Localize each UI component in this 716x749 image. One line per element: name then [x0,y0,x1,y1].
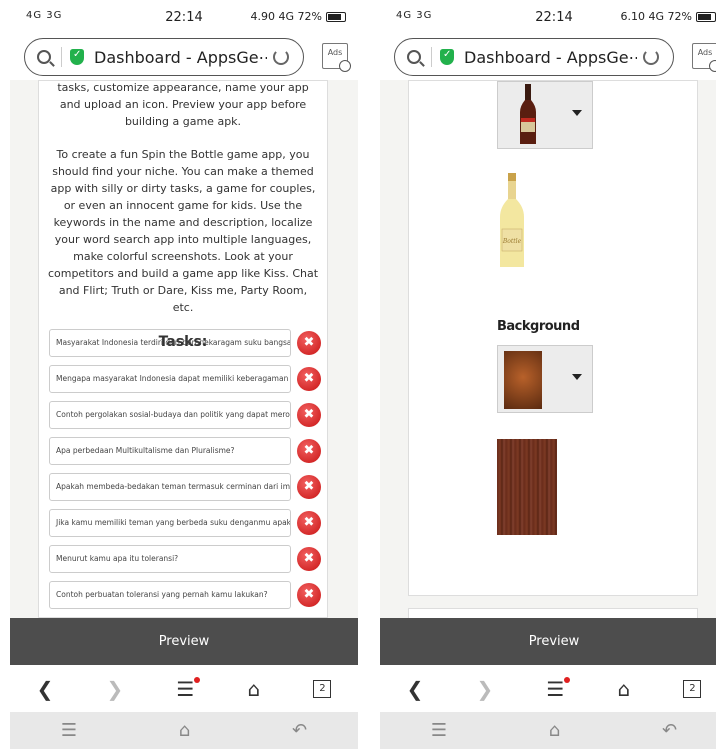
delete-task-button[interactable]: ✖ [297,583,321,607]
bottle-label-text: Bottle [502,238,522,245]
page-title[interactable]: Dashboard - AppsGe⋯ [464,48,637,67]
url-field[interactable]: Dashboard - AppsGe⋯ [24,38,304,76]
url-field[interactable]: Dashboard - AppsGe⋯ [394,38,674,76]
delete-task-button[interactable]: ✖ [297,331,321,355]
network-status: 4.90 4G 72% [250,10,322,23]
preview-button[interactable]: Preview [380,618,716,665]
task-input[interactable]: Menurut kamu apa itu toleransi? [49,545,291,573]
red-bottle-icon [520,84,536,144]
task-input[interactable]: Apa perbedaan Multikultalisme dan Plural… [49,437,291,465]
home-icon[interactable]: ⌂ [248,677,261,701]
forward-icon[interactable]: ❯ [477,677,494,701]
task-input[interactable]: Mengapa masyarakat Indonesia dapat memil… [49,365,291,393]
delete-task-button[interactable]: ✖ [297,367,321,391]
task-input[interactable]: Masyarakat Indonesia terdiri dari berane… [49,329,291,357]
secure-shield-icon [440,49,454,65]
description-intro: tasks, customize appearance, name your a… [57,81,309,128]
background-label: Background [497,319,580,334]
status-right: 6.10 4G 72% [621,10,716,23]
system-home-icon[interactable]: ⌂ [549,720,560,741]
page-content: tasks, customize appearance, name your a… [10,80,358,618]
system-home-icon[interactable]: ⌂ [179,720,190,741]
task-row: Contoh perbuatan toleransi yang pernah k… [49,581,321,609]
phone-screen-right: 4G 3G 22:14 6.10 4G 72% Dashboard - Apps… [380,0,716,749]
recent-apps-icon[interactable]: ☰ [61,720,77,741]
battery-icon [696,11,716,22]
page-title[interactable]: Dashboard - AppsGe⋯ [94,48,267,67]
description-body: To create a fun Spin the Bottle game app… [47,148,319,314]
delete-task-button[interactable]: ✖ [297,475,321,499]
reload-icon[interactable] [273,49,289,65]
task-row: Apakah membeda-bedakan teman termasuk ce… [49,473,321,501]
system-back-icon[interactable]: ↶ [662,720,677,741]
phone-screen-left: 4G 3G 22:14 4.90 4G 72% Dashboard - Apps… [10,0,358,749]
status-bar: 4G 3G 22:14 6.10 4G 72% [380,0,716,34]
status-bar: 4G 3G 22:14 4.90 4G 72% [10,0,358,34]
browser-nav-bar: ❮ ❯ ☰ ⌂ 2 [10,665,358,712]
back-icon[interactable]: ❮ [37,677,54,701]
delete-task-button[interactable]: ✖ [297,547,321,571]
leather-texture-thumbnail [504,351,542,409]
task-input[interactable]: Contoh pergolakan sosial-budaya dan poli… [49,401,291,429]
network-status: 6.10 4G 72% [620,10,692,23]
system-nav-bar: ☰ ⌂ ↶ [380,712,716,749]
system-back-icon[interactable]: ↶ [292,720,307,741]
search-icon[interactable] [407,50,421,64]
divider [61,47,62,67]
description-card: tasks, customize appearance, name your a… [38,80,328,618]
divider [431,47,432,67]
address-bar: Dashboard - AppsGe⋯ Ads [10,34,358,80]
preview-button[interactable]: Preview [10,618,358,665]
delete-task-button[interactable]: ✖ [297,511,321,535]
ad-block-button[interactable]: Ads [692,43,716,72]
chevron-down-icon [572,110,582,116]
system-nav-bar: ☰ ⌂ ↶ [10,712,358,749]
background-dropdown[interactable] [497,345,593,413]
reload-icon[interactable] [643,49,659,65]
task-row: Jika kamu memiliki teman yang berbeda su… [49,509,321,537]
tabs-button[interactable]: 2 [313,679,332,698]
menu-icon[interactable]: ☰ [176,676,201,701]
appearance-card: Bottle Background [408,80,698,596]
task-row: Contoh pergolakan sosial-budaya dan poli… [49,401,321,429]
task-input[interactable]: Apakah membeda-bedakan teman termasuk ce… [49,473,291,501]
next-card [408,608,698,618]
bottle-preview-image: Bottle [500,173,524,267]
search-icon[interactable] [37,50,51,64]
menu-icon[interactable]: ☰ [546,676,571,701]
tabs-button[interactable]: 2 [683,679,702,698]
task-input[interactable]: Jika kamu memiliki teman yang berbeda su… [49,509,291,537]
background-preview-image [497,439,557,535]
task-row: Mengapa masyarakat Indonesia dapat memil… [49,365,321,393]
status-right: 4.90 4G 72% [251,10,346,23]
ad-block-button[interactable]: Ads [322,43,351,72]
task-input[interactable]: Contoh perbuatan toleransi yang pernah k… [49,581,291,609]
address-bar: Dashboard - AppsGe⋯ Ads [380,34,716,80]
back-icon[interactable]: ❮ [407,677,424,701]
delete-task-button[interactable]: ✖ [297,439,321,463]
task-row: Menurut kamu apa itu toleransi? ✖ [49,545,321,573]
browser-nav-bar: ❮ ❯ ☰ ⌂ 2 [380,665,716,712]
delete-task-button[interactable]: ✖ [297,403,321,427]
battery-icon [326,11,346,22]
page-content: Bottle Background [380,80,716,618]
home-icon[interactable]: ⌂ [618,677,631,701]
recent-apps-icon[interactable]: ☰ [431,720,447,741]
secure-shield-icon [70,49,84,65]
bottle-dropdown[interactable] [497,81,593,149]
task-row: Masyarakat Indonesia terdiri dari berane… [49,329,321,357]
chevron-down-icon [572,374,582,380]
forward-icon[interactable]: ❯ [107,677,124,701]
task-row: Apa perbedaan Multikultalisme dan Plural… [49,437,321,465]
